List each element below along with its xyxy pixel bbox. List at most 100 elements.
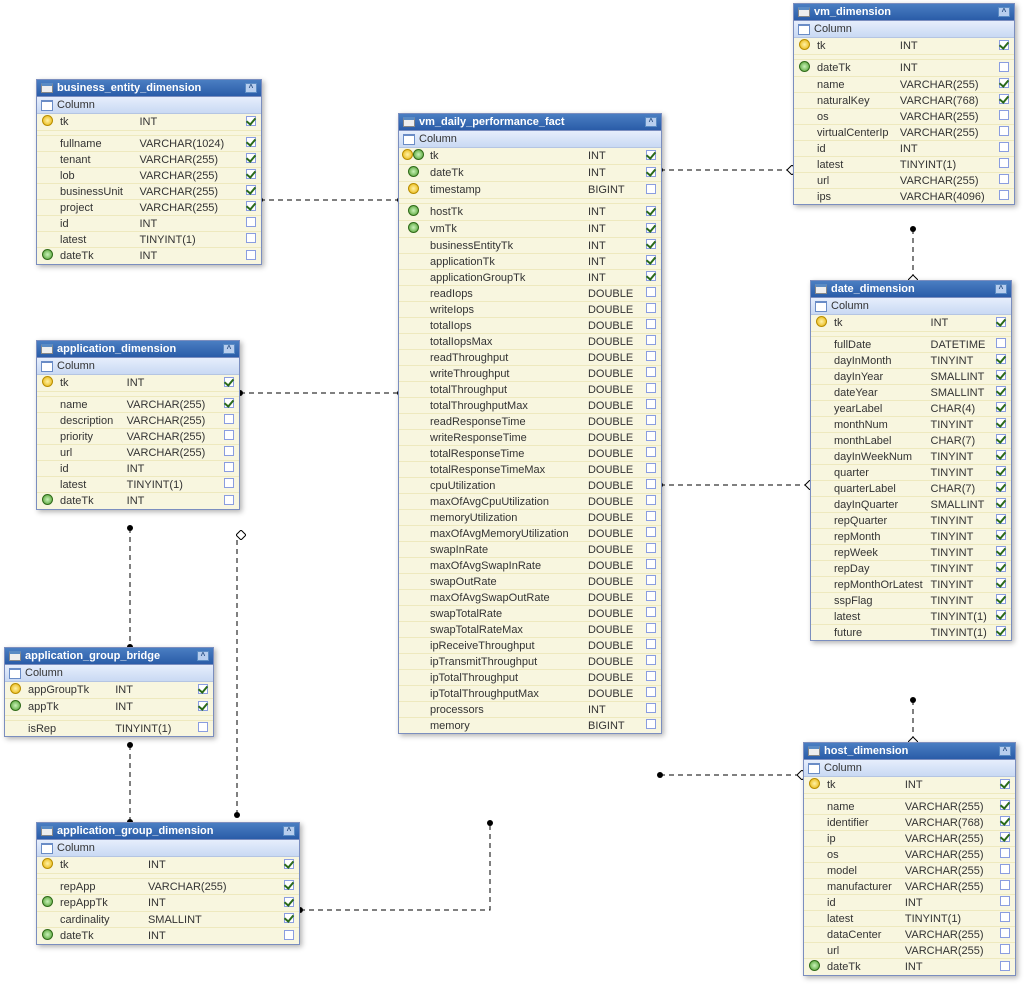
column-row[interactable]: os VARCHAR(255) bbox=[794, 109, 1014, 125]
column-row[interactable]: name VARCHAR(255) bbox=[794, 77, 1014, 93]
column-row[interactable]: swapTotalRateMax DOUBLE bbox=[399, 622, 661, 638]
column-row[interactable]: totalResponseTimeMax DOUBLE bbox=[399, 462, 661, 478]
column-row[interactable]: dataCenter VARCHAR(255) bbox=[804, 927, 1015, 943]
column-row[interactable]: hostTk INT bbox=[399, 204, 661, 221]
checkbox[interactable] bbox=[246, 201, 256, 211]
column-row[interactable]: maxOfAvgCpuUtilization DOUBLE bbox=[399, 494, 661, 510]
column-row[interactable]: id INT bbox=[804, 895, 1015, 911]
checkbox[interactable] bbox=[646, 559, 656, 569]
checkbox[interactable] bbox=[198, 722, 208, 732]
collapse-icon[interactable]: ^ bbox=[998, 7, 1010, 17]
checkbox[interactable] bbox=[1000, 912, 1010, 922]
checkbox[interactable] bbox=[1000, 944, 1010, 954]
checkbox[interactable] bbox=[1000, 928, 1010, 938]
column-row[interactable]: writeIops DOUBLE bbox=[399, 302, 661, 318]
table-application-group-bridge[interactable]: application_group_bridge ^ Column appGro… bbox=[4, 647, 214, 737]
column-row[interactable]: totalIops DOUBLE bbox=[399, 318, 661, 334]
checkbox[interactable] bbox=[999, 62, 1009, 72]
column-row[interactable]: name VARCHAR(255) bbox=[804, 799, 1015, 815]
column-row[interactable]: virtualCenterIp VARCHAR(255) bbox=[794, 125, 1014, 141]
checkbox[interactable] bbox=[996, 402, 1006, 412]
checkbox[interactable] bbox=[646, 383, 656, 393]
checkbox[interactable] bbox=[646, 607, 656, 617]
column-row[interactable]: tk INT bbox=[37, 114, 261, 131]
checkbox[interactable] bbox=[646, 399, 656, 409]
column-section-header[interactable]: Column bbox=[5, 665, 213, 682]
column-row[interactable]: id INT bbox=[37, 461, 239, 477]
checkbox[interactable] bbox=[996, 498, 1006, 508]
column-row[interactable]: repMonthOrLatest TINYINT bbox=[811, 577, 1011, 593]
checkbox[interactable] bbox=[996, 434, 1006, 444]
checkbox[interactable] bbox=[646, 463, 656, 473]
column-row[interactable]: ipTransmitThroughput DOUBLE bbox=[399, 654, 661, 670]
column-row[interactable]: priority VARCHAR(255) bbox=[37, 429, 239, 445]
checkbox[interactable] bbox=[1000, 896, 1010, 906]
checkbox[interactable] bbox=[284, 859, 294, 869]
checkbox[interactable] bbox=[1000, 961, 1010, 971]
column-row[interactable]: model VARCHAR(255) bbox=[804, 863, 1015, 879]
checkbox[interactable] bbox=[224, 478, 234, 488]
column-row[interactable]: appGroupTk INT bbox=[5, 682, 213, 699]
column-row[interactable]: readResponseTime DOUBLE bbox=[399, 414, 661, 430]
checkbox[interactable] bbox=[246, 153, 256, 163]
checkbox[interactable] bbox=[999, 174, 1009, 184]
checkbox[interactable] bbox=[996, 370, 1006, 380]
checkbox[interactable] bbox=[246, 169, 256, 179]
collapse-icon[interactable]: ^ bbox=[995, 284, 1007, 294]
column-row[interactable]: repMonth TINYINT bbox=[811, 529, 1011, 545]
checkbox[interactable] bbox=[646, 150, 656, 160]
column-row[interactable]: monthLabel CHAR(7) bbox=[811, 433, 1011, 449]
column-row[interactable]: future TINYINT(1) bbox=[811, 625, 1011, 641]
checkbox[interactable] bbox=[246, 185, 256, 195]
column-row[interactable]: latest TINYINT(1) bbox=[794, 157, 1014, 173]
column-row[interactable]: tk INT bbox=[794, 38, 1014, 55]
checkbox[interactable] bbox=[999, 94, 1009, 104]
column-row[interactable]: manufacturer VARCHAR(255) bbox=[804, 879, 1015, 895]
column-row[interactable]: repQuarter TINYINT bbox=[811, 513, 1011, 529]
column-row[interactable]: cpuUtilization DOUBLE bbox=[399, 478, 661, 494]
table-header[interactable]: application_dimension ^ bbox=[37, 341, 239, 358]
column-row[interactable]: naturalKey VARCHAR(768) bbox=[794, 93, 1014, 109]
column-row[interactable]: swapTotalRate DOUBLE bbox=[399, 606, 661, 622]
column-row[interactable]: dateYear SMALLINT bbox=[811, 385, 1011, 401]
column-row[interactable]: isRep TINYINT(1) bbox=[5, 721, 213, 737]
column-row[interactable]: businessUnit VARCHAR(255) bbox=[37, 184, 261, 200]
checkbox[interactable] bbox=[996, 450, 1006, 460]
column-row[interactable]: memoryUtilization DOUBLE bbox=[399, 510, 661, 526]
checkbox[interactable] bbox=[1000, 848, 1010, 858]
column-row[interactable]: maxOfAvgMemoryUtilization DOUBLE bbox=[399, 526, 661, 542]
checkbox[interactable] bbox=[646, 671, 656, 681]
column-row[interactable]: applicationGroupTk INT bbox=[399, 270, 661, 286]
checkbox[interactable] bbox=[646, 495, 656, 505]
checkbox[interactable] bbox=[646, 271, 656, 281]
collapse-icon[interactable]: ^ bbox=[197, 651, 209, 661]
checkbox[interactable] bbox=[996, 418, 1006, 428]
column-row[interactable]: project VARCHAR(255) bbox=[37, 200, 261, 216]
checkbox[interactable] bbox=[996, 482, 1006, 492]
checkbox[interactable] bbox=[996, 578, 1006, 588]
checkbox[interactable] bbox=[999, 190, 1009, 200]
column-row[interactable]: dateTk INT bbox=[37, 493, 239, 510]
column-row[interactable]: tk INT bbox=[37, 375, 239, 392]
checkbox[interactable] bbox=[1000, 880, 1010, 890]
table-business-entity-dimension[interactable]: business_entity_dimension ^ Column tk IN… bbox=[36, 79, 262, 265]
checkbox[interactable] bbox=[246, 217, 256, 227]
checkbox[interactable] bbox=[996, 338, 1006, 348]
checkbox[interactable] bbox=[646, 431, 656, 441]
column-row[interactable]: totalThroughputMax DOUBLE bbox=[399, 398, 661, 414]
table-host-dimension[interactable]: host_dimension ^ Column tk INT name VARC… bbox=[803, 742, 1016, 976]
column-row[interactable]: readIops DOUBLE bbox=[399, 286, 661, 302]
checkbox[interactable] bbox=[996, 386, 1006, 396]
checkbox[interactable] bbox=[999, 40, 1009, 50]
checkbox[interactable] bbox=[646, 367, 656, 377]
checkbox[interactable] bbox=[646, 655, 656, 665]
checkbox[interactable] bbox=[646, 511, 656, 521]
checkbox[interactable] bbox=[246, 233, 256, 243]
checkbox[interactable] bbox=[646, 184, 656, 194]
collapse-icon[interactable]: ^ bbox=[999, 746, 1011, 756]
checkbox[interactable] bbox=[646, 206, 656, 216]
checkbox[interactable] bbox=[1000, 779, 1010, 789]
checkbox[interactable] bbox=[996, 466, 1006, 476]
checkbox[interactable] bbox=[284, 930, 294, 940]
checkbox[interactable] bbox=[646, 623, 656, 633]
